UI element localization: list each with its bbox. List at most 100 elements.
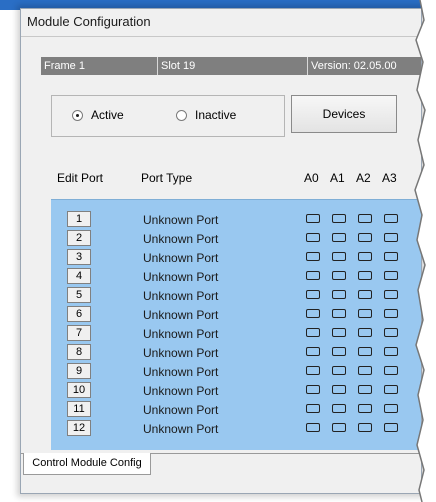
edit-port-button[interactable]: 5 xyxy=(67,287,91,303)
port-type-label: Unknown Port xyxy=(143,403,219,417)
active-radio[interactable]: Active xyxy=(72,108,124,122)
edit-port-button[interactable]: 8 xyxy=(67,344,91,360)
port-type-label: Unknown Port xyxy=(143,327,219,341)
port-type-label: Unknown Port xyxy=(143,213,219,227)
a0-indicator xyxy=(306,328,320,337)
a2-indicator xyxy=(358,252,372,261)
header-edit-port: Edit Port xyxy=(57,171,104,185)
a3-indicator xyxy=(384,290,398,299)
a3-indicator xyxy=(384,271,398,280)
a2-indicator xyxy=(358,214,372,223)
tab-control-module-config[interactable]: Control Module Config xyxy=(23,453,151,475)
module-config-window: Module Configuration Frame 1 Slot 19 Ver… xyxy=(20,8,422,494)
edit-port-button[interactable]: 1 xyxy=(67,211,91,227)
edit-port-button[interactable]: 6 xyxy=(67,306,91,322)
title-divider xyxy=(21,36,421,37)
active-radio-label: Active xyxy=(91,108,124,122)
status-version: Version: 02.05.00 xyxy=(311,60,397,72)
a3-indicator xyxy=(384,366,398,375)
header-a2: A2 xyxy=(356,171,371,185)
port-type-label: Unknown Port xyxy=(143,232,219,246)
a0-indicator xyxy=(306,309,320,318)
port-type-label: Unknown Port xyxy=(143,365,219,379)
port-type-label: Unknown Port xyxy=(143,270,219,284)
a0-indicator xyxy=(306,423,320,432)
header-a1: A1 xyxy=(330,171,345,185)
port-row: 10 Unknown Port xyxy=(51,381,421,400)
a2-indicator xyxy=(358,290,372,299)
a1-indicator xyxy=(332,309,346,318)
port-type-label: Unknown Port xyxy=(143,422,219,436)
port-row: 11 Unknown Port xyxy=(51,400,421,419)
port-row: 7 Unknown Port xyxy=(51,324,421,343)
a1-indicator xyxy=(332,328,346,337)
a3-indicator xyxy=(384,385,398,394)
a1-indicator xyxy=(332,252,346,261)
a3-indicator xyxy=(384,404,398,413)
port-row: 4 Unknown Port xyxy=(51,267,421,286)
port-type-label: Unknown Port xyxy=(143,289,219,303)
a2-indicator xyxy=(358,366,372,375)
a1-indicator xyxy=(332,214,346,223)
a0-indicator xyxy=(306,271,320,280)
status-bar: Frame 1 Slot 19 Version: 02.05.00 xyxy=(41,57,421,75)
a0-indicator xyxy=(306,252,320,261)
a1-indicator xyxy=(332,233,346,242)
a2-indicator xyxy=(358,404,372,413)
a3-indicator xyxy=(384,233,398,242)
edit-port-button[interactable]: 7 xyxy=(67,325,91,341)
a3-indicator xyxy=(384,423,398,432)
port-grid-header: Edit Port Port Type A0 A1 A2 A3 xyxy=(51,171,421,191)
edit-port-button[interactable]: 11 xyxy=(67,401,91,417)
port-row: 8 Unknown Port xyxy=(51,343,421,362)
edit-port-button[interactable]: 2 xyxy=(67,230,91,246)
port-type-label: Unknown Port xyxy=(143,384,219,398)
window-title: Module Configuration xyxy=(27,14,151,29)
a1-indicator xyxy=(332,347,346,356)
a1-indicator xyxy=(332,366,346,375)
devices-button[interactable]: Devices xyxy=(291,95,397,133)
a2-indicator xyxy=(358,309,372,318)
port-type-label: Unknown Port xyxy=(143,308,219,322)
a1-indicator xyxy=(332,423,346,432)
mode-radio-group: Active Inactive xyxy=(51,95,285,137)
radio-unchecked-icon xyxy=(176,109,187,121)
edit-port-button[interactable]: 3 xyxy=(67,249,91,265)
inactive-radio-label: Inactive xyxy=(195,108,237,122)
edit-port-button[interactable]: 9 xyxy=(67,363,91,379)
a1-indicator xyxy=(332,385,346,394)
a0-indicator xyxy=(306,290,320,299)
edit-port-button[interactable]: 4 xyxy=(67,268,91,284)
edit-port-button[interactable]: 10 xyxy=(67,382,91,398)
a0-indicator xyxy=(306,404,320,413)
a1-indicator xyxy=(332,404,346,413)
a2-indicator xyxy=(358,423,372,432)
a3-indicator xyxy=(384,309,398,318)
edit-port-button[interactable]: 12 xyxy=(67,420,91,436)
port-list-panel[interactable]: 1 Unknown Port 2 Unknown Port 3 Unknown … xyxy=(51,199,421,450)
radio-checked-icon xyxy=(72,109,83,121)
a3-indicator xyxy=(384,214,398,223)
a3-indicator xyxy=(384,328,398,337)
header-port-type: Port Type xyxy=(141,171,193,185)
status-frame: Frame 1 xyxy=(41,57,158,75)
port-type-label: Unknown Port xyxy=(143,346,219,360)
header-a0: A0 xyxy=(304,171,319,185)
a2-indicator xyxy=(358,347,372,356)
inactive-radio[interactable]: Inactive xyxy=(176,108,236,122)
a2-indicator xyxy=(358,328,372,337)
a1-indicator xyxy=(332,271,346,280)
port-type-label: Unknown Port xyxy=(143,251,219,265)
port-row: 5 Unknown Port xyxy=(51,286,421,305)
status-slot: Slot 19 xyxy=(158,57,308,75)
port-row: 2 Unknown Port xyxy=(51,229,421,248)
port-row: 1 Unknown Port xyxy=(51,210,421,229)
a3-indicator xyxy=(384,252,398,261)
a0-indicator xyxy=(306,347,320,356)
a3-indicator xyxy=(384,347,398,356)
torn-edge xyxy=(414,0,436,502)
port-row: 12 Unknown Port xyxy=(51,419,421,438)
port-row: 9 Unknown Port xyxy=(51,362,421,381)
a2-indicator xyxy=(358,271,372,280)
a1-indicator xyxy=(332,290,346,299)
